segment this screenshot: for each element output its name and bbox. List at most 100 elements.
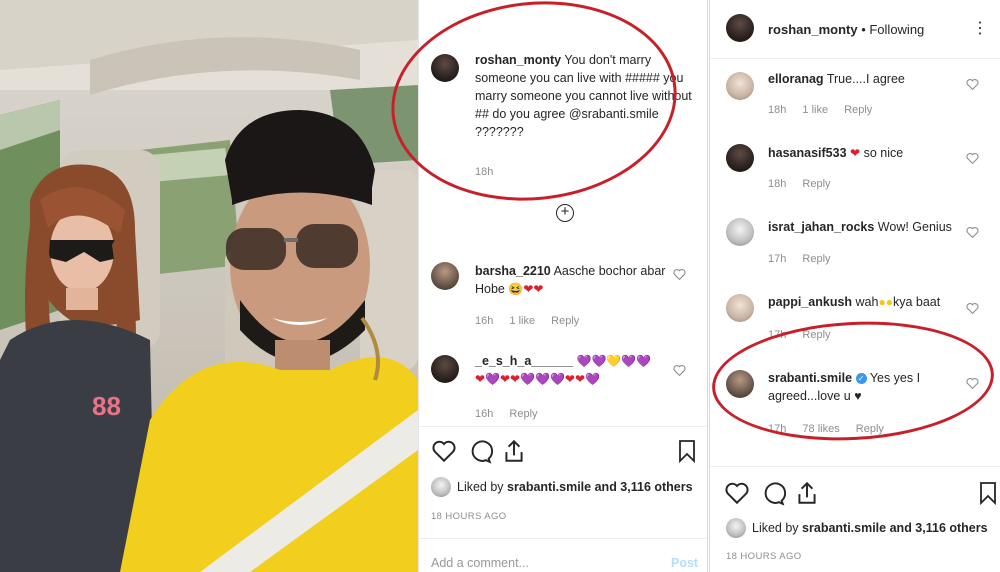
comment-username[interactable]: barsha_2210 <box>475 264 551 278</box>
comment-emojis: 💜💜💛💜💜 <box>576 354 652 368</box>
comment-username[interactable]: pappi_ankush <box>768 295 852 309</box>
liked-by-text: Liked by srabanti.smile and 3,116 others <box>457 480 693 494</box>
reply-button[interactable]: Reply <box>802 253 830 265</box>
comment-username[interactable]: srabanti.smile <box>768 371 852 385</box>
comment-username[interactable]: _e_s_h_a______ <box>475 354 573 368</box>
reply-button[interactable]: Reply <box>802 178 830 190</box>
heart-icon[interactable] <box>966 152 979 164</box>
liked-prefix: Liked by <box>457 480 504 494</box>
liked-by-user[interactable]: srabanti.smile <box>507 480 591 494</box>
comment-likes[interactable]: 1 like <box>509 315 535 327</box>
reply-button[interactable]: Reply <box>551 315 579 327</box>
bookmark-icon[interactable] <box>976 480 1000 506</box>
header-username[interactable]: roshan_monty <box>768 22 858 37</box>
avatar[interactable] <box>726 218 754 246</box>
verified-icon: ✓ <box>855 373 867 384</box>
couple-in-car-photo: 88 <box>0 0 418 572</box>
heart-icon[interactable] <box>431 438 457 464</box>
heart-icon[interactable] <box>966 302 979 314</box>
liked-by-user[interactable]: srabanti.smile <box>802 521 886 535</box>
svg-text:88: 88 <box>92 391 121 421</box>
comment-text: so nice <box>863 146 904 160</box>
post-photo: 88 <box>0 0 418 572</box>
liked-prefix: Liked by <box>752 521 799 535</box>
avatar[interactable] <box>726 72 754 100</box>
liked-by-others[interactable]: and 3,116 others <box>595 480 693 494</box>
comment-likes[interactable]: 1 like <box>802 104 828 116</box>
comment-time: 18h <box>768 178 787 190</box>
comment-username[interactable]: hasanasif533 <box>768 146 847 160</box>
list-item: elloranag True....I agree <box>768 70 968 88</box>
avatar[interactable] <box>726 518 746 538</box>
comment-text: True....I agree <box>826 72 905 86</box>
comments-panel-middle: roshan_monty You don't marry someone you… <box>381 0 709 572</box>
comment-username[interactable]: elloranag <box>768 72 824 86</box>
divider <box>419 426 709 427</box>
heart-icon[interactable] <box>673 364 686 376</box>
more-dots-icon[interactable]: ⋮ <box>972 18 989 38</box>
heart-icon[interactable] <box>966 78 979 90</box>
list-item: hasanasif533 ❤ so nice <box>768 144 968 162</box>
comment-time: 16h <box>475 315 494 327</box>
reply-button[interactable]: Reply <box>509 408 537 420</box>
comment-likes[interactable]: 78 likes <box>802 423 839 435</box>
list-item: pappi_ankush wah●●kya baat <box>768 293 968 311</box>
avatar[interactable] <box>726 14 754 42</box>
comment-time: 17h <box>768 329 787 341</box>
comment-meta: 17h Reply <box>768 329 844 341</box>
comment-text: wah <box>855 295 879 309</box>
post-header: roshan_monty • Following <box>768 22 924 37</box>
share-icon[interactable] <box>501 438 527 464</box>
add-comment-input[interactable]: Add a comment... <box>431 556 529 570</box>
comment-icon[interactable] <box>467 438 493 464</box>
list-item: srabanti.smile ✓ Yes yes I agreed...love… <box>768 369 968 405</box>
top-comment: roshan_monty You don't marry someone you… <box>475 51 701 141</box>
comment-meta: 17h 78 likes Reply <box>768 423 897 435</box>
heart-icon[interactable] <box>673 268 686 280</box>
reply-button[interactable]: Reply <box>844 104 872 116</box>
action-bar <box>431 438 699 468</box>
heart-icon[interactable] <box>724 480 750 506</box>
list-item: _e_s_h_a______ 💜💜💛💜💜 ❤💜❤❤💜💜💜❤❤💜 <box>475 352 675 388</box>
avatar[interactable] <box>431 262 459 290</box>
comment-username[interactable]: israt_jahan_rocks <box>768 220 874 234</box>
list-item: israt_jahan_rocks Wow! Genius <box>768 218 968 236</box>
avatar[interactable] <box>726 144 754 172</box>
list-item: barsha_2210 Aasche bochor abar Hobe 😆❤❤ <box>475 262 675 298</box>
comment-time: 16h <box>475 408 494 420</box>
comment-meta: 18h <box>475 166 506 178</box>
mention-link[interactable]: @srabanti.smile <box>569 107 659 121</box>
comment-text: Wow! Genius <box>877 220 952 234</box>
post-button[interactable]: Post <box>671 556 698 570</box>
comment-time: 18h <box>475 166 494 178</box>
comment-meta: 18h Reply <box>768 178 844 190</box>
comment-time: 17h <box>768 253 787 265</box>
black-heart-emoji-icon: ♥ <box>854 389 862 403</box>
clap-emoji-icon: ●● <box>878 295 893 309</box>
comment-emojis: ❤💜❤❤💜💜💜❤❤💜 <box>475 372 600 386</box>
heart-icon[interactable] <box>966 226 979 238</box>
comment-meta: 16h 1 like Reply <box>475 315 592 327</box>
reply-button[interactable]: Reply <box>802 329 830 341</box>
plus-circle-icon[interactable]: + <box>556 204 574 222</box>
avatar[interactable] <box>431 355 459 383</box>
avatar[interactable] <box>431 54 459 82</box>
comment-text: kya baat <box>892 295 941 309</box>
liked-by-others[interactable]: and 3,116 others <box>890 521 988 535</box>
comment-time: 17h <box>768 423 787 435</box>
following-label[interactable]: • Following <box>861 22 924 37</box>
comment-time: 18h <box>768 104 787 116</box>
post-timestamp: 18 HOURS AGO <box>431 511 507 522</box>
avatar[interactable] <box>726 370 754 398</box>
reply-button[interactable]: Reply <box>856 423 884 435</box>
comment-icon[interactable] <box>760 480 786 506</box>
liked-by-text: Liked by srabanti.smile and 3,116 others <box>752 521 988 535</box>
bookmark-icon[interactable] <box>675 438 699 464</box>
divider <box>710 466 1000 467</box>
heart-icon[interactable] <box>966 377 979 389</box>
avatar[interactable] <box>726 294 754 322</box>
share-icon[interactable] <box>794 480 820 506</box>
heart-emoji-icon: ❤ <box>850 146 861 160</box>
avatar[interactable] <box>431 477 451 497</box>
comment-username[interactable]: roshan_monty <box>475 53 561 67</box>
